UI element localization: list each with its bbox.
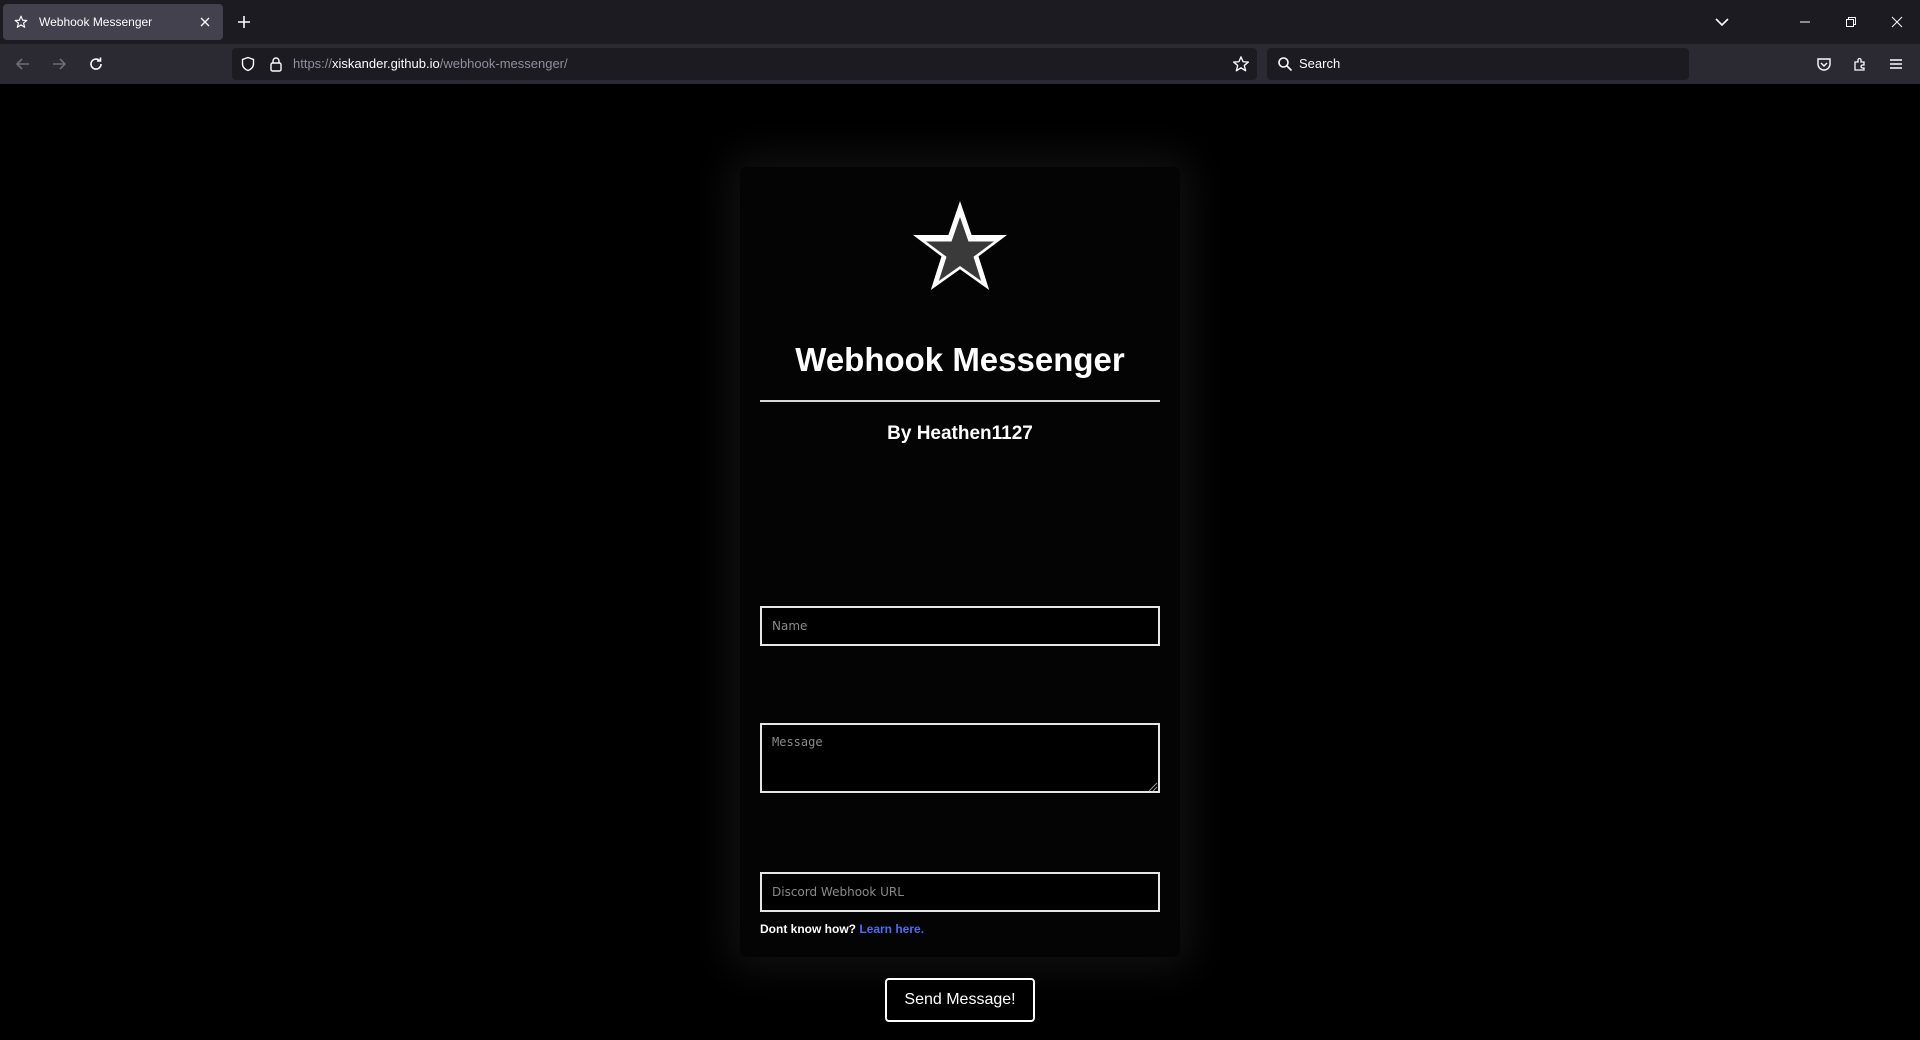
help-text: Dont know how? (760, 922, 860, 936)
search-placeholder: Search (1299, 56, 1341, 71)
restore-icon[interactable] (1828, 0, 1874, 44)
url-host: xiskander.github.io (332, 56, 440, 71)
bookmark-star-icon[interactable] (1231, 54, 1251, 74)
lock-icon[interactable] (268, 56, 284, 72)
minimize-icon[interactable] (1782, 0, 1828, 44)
search-icon (1277, 56, 1293, 72)
browser-nav-bar: https://xiskander.github.io/webhook-mess… (0, 44, 1920, 84)
chevron-down-icon[interactable] (1712, 12, 1732, 32)
close-window-icon[interactable] (1874, 0, 1920, 44)
tab-title: Webhook Messenger (39, 15, 153, 29)
browser-tab-bar: Webhook Messenger (0, 0, 1920, 44)
messenger-card: Webhook Messenger By Heathen1127 Dont kn… (740, 167, 1180, 1022)
shield-icon[interactable] (240, 56, 256, 72)
webhook-help: Dont know how? Learn here. (760, 922, 924, 936)
search-bar[interactable]: Search (1267, 48, 1689, 80)
star-icon (910, 197, 1010, 292)
menu-icon[interactable] (1884, 52, 1908, 76)
name-input[interactable] (760, 606, 1160, 646)
url-path: /webhook-messenger/ (439, 56, 568, 71)
forward-arrow-icon[interactable] (47, 52, 71, 76)
page-viewport: Webhook Messenger By Heathen1127 Dont kn… (0, 84, 1920, 1040)
address-bar[interactable]: https://xiskander.github.io/webhook-mess… (232, 48, 1257, 80)
page-title: Webhook Messenger (795, 341, 1125, 378)
resize-grip-icon[interactable] (1146, 779, 1158, 792)
send-message-button[interactable]: Send Message! (885, 978, 1035, 1022)
new-tab-icon[interactable] (234, 12, 254, 32)
extensions-icon[interactable] (1848, 52, 1872, 76)
star-icon (13, 14, 29, 30)
learn-here-link[interactable]: Learn here. (859, 922, 924, 936)
page-subtitle: By Heathen1127 (887, 423, 1033, 444)
webhook-url-input[interactable] (760, 872, 1160, 912)
close-tab-icon[interactable] (195, 12, 215, 32)
url-text: https://xiskander.github.io/webhook-mess… (293, 56, 568, 71)
title-divider (760, 400, 1160, 402)
url-scheme: https:// (293, 56, 333, 71)
reload-icon[interactable] (84, 52, 108, 76)
browser-tab-active[interactable]: Webhook Messenger (3, 4, 223, 40)
back-arrow-icon[interactable] (11, 52, 35, 76)
pocket-icon[interactable] (1812, 52, 1836, 76)
message-input[interactable] (760, 723, 1160, 793)
